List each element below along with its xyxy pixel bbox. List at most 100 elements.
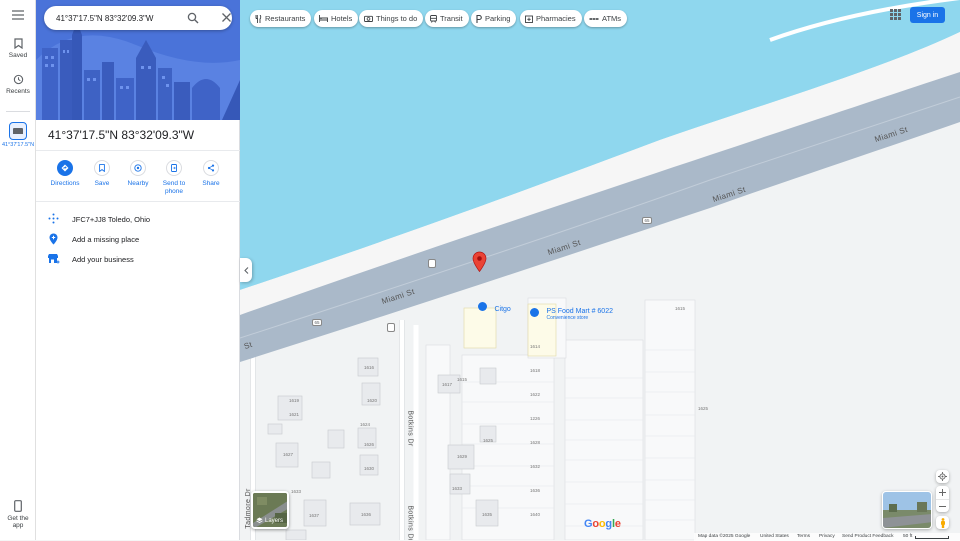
address-number: 1640 — [530, 512, 541, 517]
scale-label[interactable]: 50 ft — [903, 534, 912, 539]
zoom-in-button[interactable] — [939, 486, 946, 499]
saved-button[interactable]: Saved — [0, 38, 36, 59]
layers-label: Layers — [265, 517, 284, 524]
chip-hotels-label: Hotels — [331, 14, 353, 23]
gas-station-icon — [478, 302, 487, 312]
pegman-button[interactable] — [936, 516, 949, 529]
plus-icon — [939, 489, 946, 496]
recent-place-thumbnail — [9, 122, 27, 140]
chip-pharmacies-label: Pharmacies — [536, 14, 576, 23]
address-number: 1619 — [289, 398, 300, 403]
get-app-label-line1: Get the — [7, 515, 29, 522]
chip-transit-label: Transit — [440, 14, 463, 23]
address-number: 1628 — [530, 440, 541, 445]
route-shield-small — [387, 323, 395, 332]
address-number: 1633 — [291, 489, 302, 494]
poi-citgo-label: Citgo — [494, 306, 511, 313]
address-number: 1625 — [698, 406, 709, 411]
rail-divider — [6, 111, 30, 112]
restaurant-icon — [255, 14, 262, 23]
poi-ps-food-mart-type: Convenience store — [546, 315, 589, 321]
terms-link[interactable]: Terms — [797, 534, 810, 539]
place-panel: 41°37'17.5"N 83°32'09.3"W Directions Sav… — [36, 0, 240, 540]
chip-things-to-do-label: Things to do — [376, 14, 418, 23]
menu-button[interactable] — [0, 10, 36, 23]
address-number: 1624 — [360, 422, 371, 427]
save-label: Save — [94, 180, 110, 187]
add-business-row[interactable]: Add your business — [36, 250, 240, 268]
add-business-icon — [48, 254, 60, 264]
chip-hotels[interactable]: Hotels — [314, 10, 359, 27]
chip-parking[interactable]: Parking — [471, 10, 517, 27]
search-icon[interactable] — [187, 12, 199, 24]
recents-button[interactable]: Recents — [0, 74, 36, 95]
chip-things-to-do[interactable]: Things to do — [359, 10, 424, 27]
minus-icon — [939, 505, 946, 507]
zoom-controls — [936, 486, 949, 512]
location-pin-icon[interactable] — [472, 251, 487, 272]
add-missing-place-row[interactable]: Add a missing place — [36, 230, 240, 248]
place-title: 41°37'17.5"N 83°32'09.3"W — [48, 128, 195, 142]
apps-grid-icon[interactable] — [890, 9, 901, 20]
address-number: 1636 — [361, 512, 372, 517]
address-number: 1632 — [530, 464, 541, 469]
address-number: 1636 — [530, 488, 541, 493]
street-view-preview — [883, 492, 931, 528]
layers-button[interactable]: Layers — [251, 491, 289, 529]
directions-label: Directions — [50, 180, 80, 187]
address-number: 1226 — [530, 416, 541, 421]
zoom-out-button[interactable] — [936, 499, 949, 512]
sign-in-button[interactable]: Sign in — [910, 7, 945, 23]
directions-icon — [57, 160, 73, 176]
save-button[interactable]: Save — [82, 160, 122, 188]
route-shield-65: 65 — [642, 217, 652, 224]
action-bar: Directions Save Nearby Send to phone Sha… — [36, 160, 240, 200]
camera-icon — [364, 15, 373, 22]
map-canvas[interactable]: 65 65 Miami St Miami St Miami St Miami S… — [240, 0, 960, 540]
crosshair-icon — [938, 472, 947, 481]
country-link[interactable]: United States — [760, 534, 789, 539]
recent-place-item[interactable]: 41°37'17.5"N — [0, 122, 36, 149]
pegman-icon — [940, 517, 945, 528]
shopping-icon — [530, 308, 539, 317]
address-number: 1615 — [675, 306, 686, 311]
pharmacy-icon — [525, 15, 533, 23]
address-number: 1633 — [452, 486, 463, 491]
share-button[interactable]: Share — [191, 160, 231, 188]
address-number: 1614 — [530, 344, 541, 349]
chip-pharmacies[interactable]: Pharmacies — [520, 10, 582, 27]
add-missing-place-text: Add a missing place — [72, 235, 140, 244]
saved-label: Saved — [8, 52, 28, 59]
nearby-button[interactable]: Nearby — [118, 160, 158, 188]
plus-code-text: JFC7+JJ8 Toledo, Ohio — [72, 215, 151, 224]
address-number: 1620 — [367, 398, 378, 403]
scale-bar — [915, 536, 949, 539]
poi-ps-food-mart[interactable]: PS Food Mart # 6022 Convenience store — [530, 308, 613, 326]
plus-code-row[interactable]: JFC7+JJ8 Toledo, Ohio — [36, 210, 240, 228]
chip-transit[interactable]: Transit — [425, 10, 469, 27]
send-feedback-link[interactable]: Send Product Feedback — [842, 534, 893, 539]
hamburger-icon — [12, 10, 24, 20]
address-number: 1627 — [283, 452, 294, 457]
nearby-icon — [130, 160, 146, 176]
poi-citgo[interactable]: Citgo — [478, 298, 511, 316]
directions-button[interactable]: Directions — [45, 160, 85, 188]
send-to-phone-button[interactable]: Send to phone — [154, 160, 194, 196]
chip-atms[interactable]: ATMs — [584, 10, 628, 27]
address-number: 1635 — [482, 512, 493, 517]
street-view-thumbnail[interactable] — [882, 491, 932, 529]
get-app-button[interactable]: Get the app — [0, 500, 36, 529]
left-rail: Saved Recents 41°37'17.5"N Get the app — [0, 0, 36, 540]
map-base — [240, 0, 960, 540]
close-icon[interactable] — [221, 12, 232, 23]
my-location-button[interactable] — [936, 470, 949, 483]
layers-icon — [256, 517, 263, 524]
search-box[interactable] — [44, 6, 232, 30]
bookmark-icon — [94, 160, 110, 176]
privacy-link[interactable]: Privacy — [819, 534, 835, 539]
chip-restaurants[interactable]: Restaurants — [250, 10, 312, 27]
collapse-panel-button[interactable] — [240, 258, 252, 282]
address-number: 1618 — [530, 368, 541, 373]
address-number: 1616 — [364, 365, 375, 370]
search-input[interactable] — [56, 11, 174, 25]
